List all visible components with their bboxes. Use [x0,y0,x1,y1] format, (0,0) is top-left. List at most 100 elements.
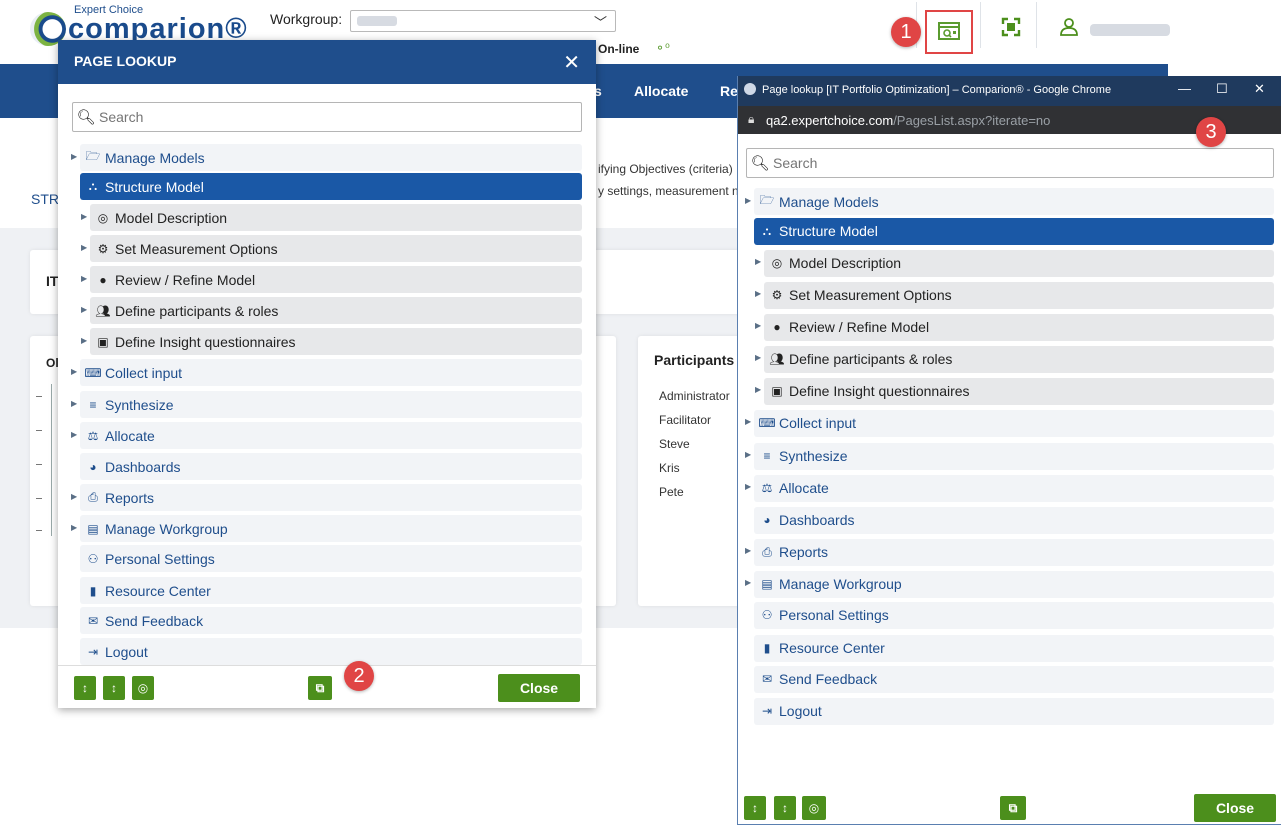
menu-item-label: Send Feedback [779,671,878,688]
menu-item-model-description[interactable]: ▶ ◎ Model Description [755,249,1274,277]
caret-right-icon[interactable]: ▶ [81,336,87,345]
caret-right-icon[interactable]: ▶ [745,450,751,459]
locate-current-button[interactable]: ◎ [132,676,154,700]
menu-item-review-refine-model[interactable]: ▶ ● Review / Refine Model [755,313,1274,341]
workgroup-value-redacted [357,16,397,26]
cogs-icon: ⚙ [97,241,109,256]
open-in-window-button[interactable]: ⧉ [308,676,332,700]
nav-item-allocate[interactable]: Allocate [634,83,688,99]
menu-item-personal-settings[interactable]: ⚇ Personal Settings [80,545,582,572]
user-menu-button[interactable] [1050,8,1088,46]
menu-item-review-refine-model[interactable]: ▶ ● Review / Refine Model [81,266,582,293]
menu-item-define-participants-roles[interactable]: ▶ 👥︎ Define participants & roles [755,345,1274,373]
dashboard-icon: ◕ [89,459,97,474]
search-field[interactable]: 🔍︎ [72,102,582,132]
menu-item-reports[interactable]: ▶ ⎙ Reports [745,538,1274,566]
menu-item-label: Send Feedback [105,612,204,629]
caret-right-icon[interactable]: ▶ [71,367,77,376]
menu-item-logout[interactable]: ⇥ Logout [754,697,1274,725]
menu-item-manage-models[interactable]: ▶ 🗁 Manage Models [71,144,582,171]
popup-close-button[interactable]: Close [1194,794,1276,822]
popup-search-input[interactable] [773,155,1273,171]
online-status: On-line [598,42,640,56]
sign-out-icon: ⇥ [87,644,99,659]
menu-item-resource-center[interactable]: ▮ Resource Center [754,634,1274,662]
model-name-fragment: IT [46,273,59,289]
popup-collapse-all-button[interactable]: ↕ [774,796,796,820]
caret-right-icon[interactable]: ▶ [71,523,77,532]
menu-item-set-measurement-options[interactable]: ▶ ⚙ Set Measurement Options [755,281,1274,309]
popup-search-field[interactable]: 🔍︎ [746,148,1274,178]
caret-right-icon[interactable]: ▶ [745,417,751,426]
menu-item-manage-workgroup[interactable]: ▶ ▤ Manage Workgroup [745,570,1274,598]
menu-item-dashboards[interactable]: ◕ Dashboards [80,453,582,480]
close-button[interactable]: Close [498,674,580,702]
nav-item-reports[interactable]: Re [720,83,738,99]
caret-right-icon[interactable]: ▶ [71,492,77,501]
network-icon: ⚬⁰ [655,41,670,55]
fullscreen-button[interactable] [992,8,1030,46]
circle-icon: ● [773,320,781,335]
menu-item-synthesize[interactable]: ▶ ≡ Synthesize [71,391,582,418]
caret-down-icon[interactable]: ▼ [71,181,79,190]
caret-right-icon[interactable]: ▶ [71,152,77,161]
popup-restore-button[interactable]: ⧉ [1000,796,1026,820]
caret-right-icon[interactable]: ▶ [755,257,761,266]
caret-right-icon[interactable]: ▶ [755,353,761,362]
menu-item-resource-center[interactable]: ▮ Resource Center [80,577,582,604]
menu-item-dashboards[interactable]: ◕ Dashboards [754,506,1274,534]
menu-item-label: Allocate [779,480,829,497]
caret-right-icon[interactable]: ▶ [755,289,761,298]
participant-name: Pete [659,485,684,499]
clipboard-check-icon: ▣ [97,334,109,349]
page-lookup-button[interactable] [925,10,973,54]
caret-down-icon[interactable]: ▼ [745,225,753,234]
caret-right-icon[interactable]: ▶ [745,196,751,205]
caret-right-icon[interactable]: ▶ [81,243,87,252]
caret-right-icon[interactable]: ▶ [745,482,751,491]
search-input[interactable] [99,109,581,125]
menu-item-collect-input[interactable]: ▶ ⌨ Collect input [71,359,582,386]
menu-item-structure-model[interactable]: ▼ ⛬ Structure Model [745,217,1274,245]
menu-item-collect-input[interactable]: ▶ ⌨ Collect input [745,409,1274,437]
workgroup-select[interactable]: ﹀ [350,10,616,32]
lock-icon: 🔒︎ [748,112,755,126]
caret-right-icon[interactable]: ▶ [81,305,87,314]
menu-item-reports[interactable]: ▶ ⎙ Reports [71,484,582,511]
menu-item-manage-models[interactable]: ▶ 🗁 Manage Models [745,188,1274,215]
menu-item-define-participants-roles[interactable]: ▶ 👥︎ Define participants & roles [81,297,582,324]
menu-item-send-feedback[interactable]: ✉ Send Feedback [80,607,582,634]
menu-item-allocate[interactable]: ▶ ⚖ Allocate [745,474,1274,502]
menu-item-allocate[interactable]: ▶ ⚖ Allocate [71,422,582,449]
tree-tick [36,464,42,465]
caret-right-icon[interactable]: ▶ [755,321,761,330]
caret-right-icon[interactable]: ▶ [81,274,87,283]
caret-right-icon[interactable]: ▶ [71,399,77,408]
minimize-icon[interactable]: — [1178,81,1191,96]
fullscreen-icon [1001,17,1021,37]
caret-right-icon[interactable]: ▶ [81,212,87,221]
menu-item-define-insight-questionnaires[interactable]: ▶ ▣ Define Insight questionnaires [755,377,1274,405]
popup-expand-all-button[interactable]: ↕ [744,796,766,820]
menu-item-logout[interactable]: ⇥ Logout [80,638,582,665]
close-icon[interactable]: ✕ [563,50,580,75]
caret-right-icon[interactable]: ▶ [745,546,751,555]
collapse-all-button[interactable]: ↕ [103,676,125,700]
caret-right-icon[interactable]: ▶ [755,385,761,394]
menu-item-label: Set Measurement Options [789,287,952,304]
window-close-icon[interactable]: ✕ [1254,81,1265,97]
window-restore-icon: ⧉ [315,680,325,695]
caret-right-icon[interactable]: ▶ [745,578,751,587]
menu-item-set-measurement-options[interactable]: ▶ ⚙ Set Measurement Options [81,235,582,262]
popup-locate-current-button[interactable]: ◎ [802,796,826,820]
menu-item-manage-workgroup[interactable]: ▶ ▤ Manage Workgroup [71,515,582,542]
menu-item-send-feedback[interactable]: ✉ Send Feedback [754,665,1274,693]
menu-item-synthesize[interactable]: ▶ ≡ Synthesize [745,442,1274,470]
menu-item-structure-model[interactable]: ▼ ⛬ Structure Model [71,173,582,200]
menu-item-model-description[interactable]: ▶ ◎ Model Description [81,204,582,231]
menu-item-personal-settings[interactable]: ⚇ Personal Settings [754,601,1274,629]
expand-all-button[interactable]: ↕ [74,676,96,700]
menu-item-define-insight-questionnaires[interactable]: ▶ ▣ Define Insight questionnaires [81,328,582,355]
caret-right-icon[interactable]: ▶ [71,430,77,439]
maximize-icon[interactable]: ☐ [1216,81,1228,97]
